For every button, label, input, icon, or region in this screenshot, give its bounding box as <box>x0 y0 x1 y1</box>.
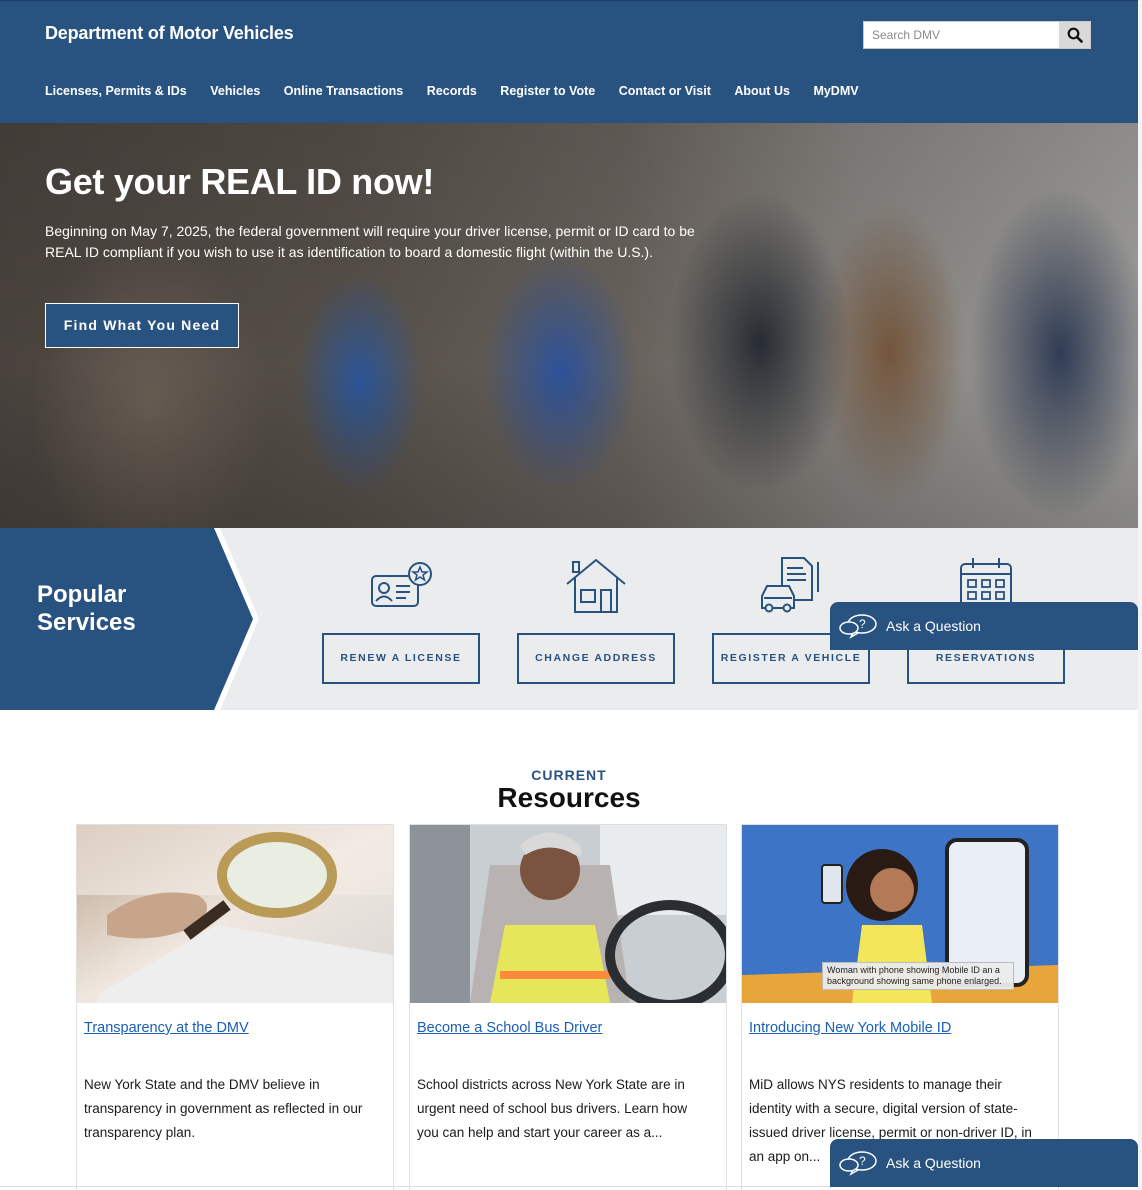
site-header: Department of Motor Vehicles Licenses, P… <box>0 0 1138 123</box>
nav-register-to-vote[interactable]: Register to Vote <box>500 84 595 98</box>
nav-licenses[interactable]: Licenses, Permits & IDs <box>45 84 187 98</box>
car-document-icon <box>761 557 819 613</box>
nav-online-transactions[interactable]: Online Transactions <box>284 84 403 98</box>
ask-question-button[interactable]: ? Ask a Question <box>830 602 1138 650</box>
ask-question-label: Ask a Question <box>886 1155 981 1171</box>
main-nav: Licenses, Permits & IDs Vehicles Online … <box>45 84 882 98</box>
svg-text:?: ? <box>859 1154 866 1168</box>
renew-license-button[interactable]: RENEW A LICENSE <box>322 633 480 684</box>
ask-question-button-bottom[interactable]: ? Ask a Question <box>830 1139 1138 1187</box>
service-change-address: CHANGE ADDRESS <box>517 528 675 710</box>
search-icon <box>1067 27 1083 43</box>
chat-question-icon: ? <box>839 614 877 639</box>
resource-card-mobile-id: Woman with phone showing Mobile ID an a … <box>741 824 1059 1190</box>
nav-about-us[interactable]: About Us <box>734 84 790 98</box>
resource-card-school-bus: Become a School Bus Driver School distri… <box>409 824 727 1190</box>
service-renew-license: RENEW A LICENSE <box>322 528 480 710</box>
svg-text:?: ? <box>859 617 866 631</box>
mobile-id-link[interactable]: Introducing New York Mobile ID <box>749 1020 951 1036</box>
search-input[interactable] <box>864 22 1059 48</box>
hero-banner: Get your REAL ID now! Beginning on May 7… <box>0 123 1138 528</box>
resource-card-transparency: Transparency at the DMV New York State a… <box>76 824 394 1190</box>
chat-question-icon: ? <box>839 1151 877 1176</box>
image-caption: Woman with phone showing Mobile ID an a … <box>822 962 1014 990</box>
site-title[interactable]: Department of Motor Vehicles <box>45 23 294 44</box>
house-icon <box>566 558 626 613</box>
change-address-button[interactable]: CHANGE ADDRESS <box>517 633 675 684</box>
nav-contact-or-visit[interactable]: Contact or Visit <box>619 84 711 98</box>
services-title-line2: Services <box>37 609 136 636</box>
hero-title: Get your REAL ID now! <box>45 161 435 202</box>
id-card-icon <box>371 562 432 607</box>
nav-records[interactable]: Records <box>427 84 477 98</box>
magnifying-glass-image <box>77 825 393 1003</box>
search-box <box>863 21 1091 49</box>
hero-content: Get your REAL ID now! Beginning on May 7… <box>45 161 725 348</box>
hero-text: Beginning on May 7, 2025, the federal go… <box>45 223 695 260</box>
resources-title: Resources <box>497 782 641 813</box>
search-button[interactable] <box>1059 22 1090 48</box>
find-what-you-need-button[interactable]: Find What You Need <box>45 303 239 348</box>
bus-driver-image <box>410 825 726 1003</box>
school-bus-text: School districts across New York State a… <box>417 1077 688 1140</box>
transparency-text: New York State and the DMV believe in tr… <box>84 1077 363 1140</box>
nav-vehicles[interactable]: Vehicles <box>210 84 260 98</box>
resources-eyebrow: CURRENT <box>531 767 607 783</box>
nav-mydmv[interactable]: MyDMV <box>813 84 858 98</box>
transparency-link[interactable]: Transparency at the DMV <box>84 1020 249 1036</box>
services-title-line1: Popular <box>37 581 127 608</box>
school-bus-link[interactable]: Become a School Bus Driver <box>417 1020 602 1036</box>
ask-question-label: Ask a Question <box>886 618 981 634</box>
services-title: Popular Services <box>37 581 136 637</box>
scrollbar-track[interactable] <box>1138 0 1142 1190</box>
mobile-id-image: Woman with phone showing Mobile ID an a … <box>742 825 1058 1003</box>
